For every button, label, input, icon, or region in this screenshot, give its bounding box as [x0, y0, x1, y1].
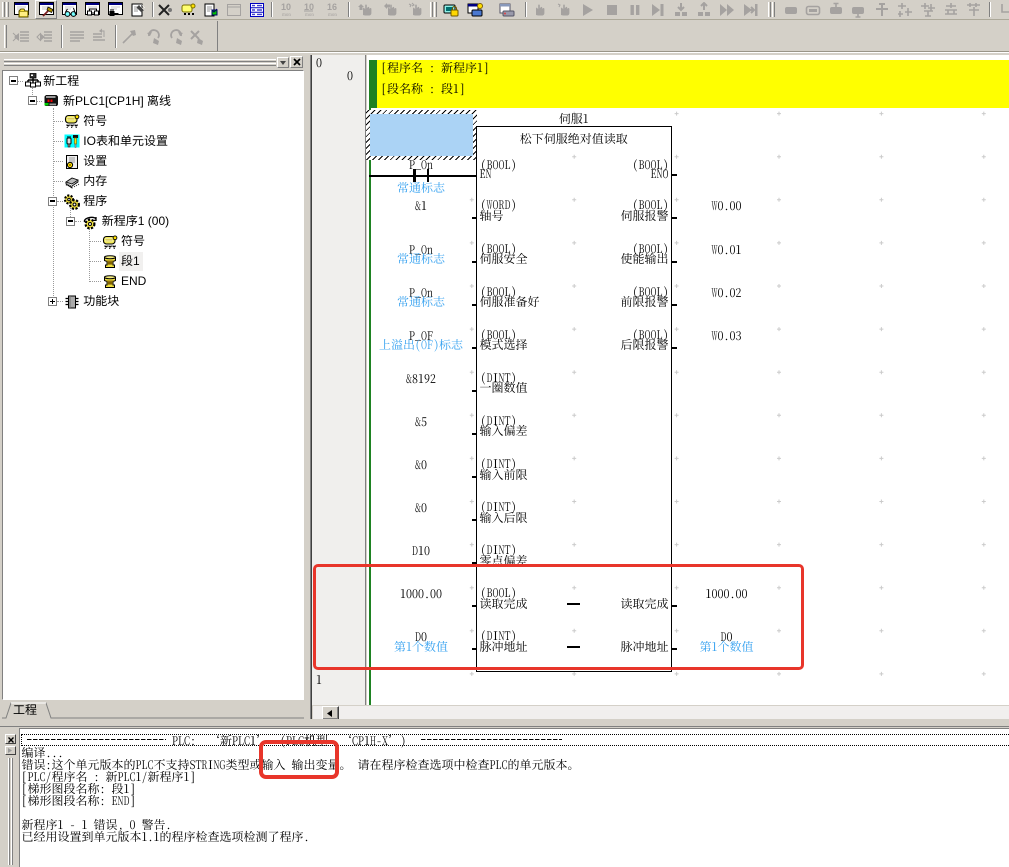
svg-text:mon: mon	[328, 13, 337, 18]
svg-text:10: 10	[281, 2, 291, 12]
svg-text:16: 16	[327, 2, 337, 12]
svg-text:mon: mon	[305, 13, 314, 18]
svg-text:mon: mon	[282, 13, 291, 18]
